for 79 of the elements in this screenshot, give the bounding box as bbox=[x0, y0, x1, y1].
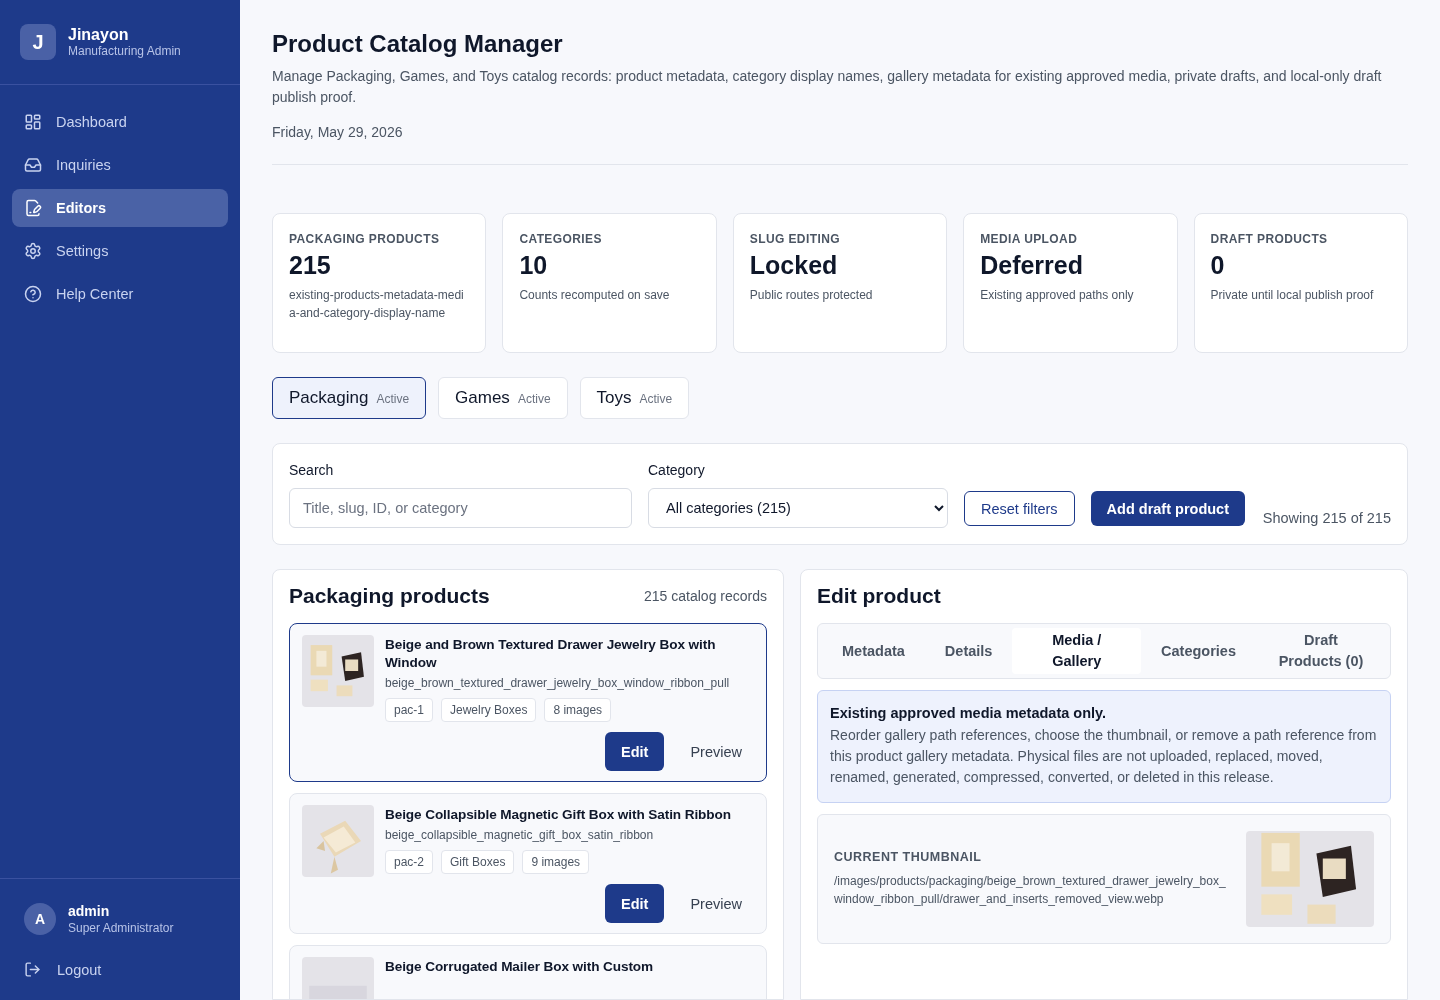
product-slug: beige_brown_textured_drawer_jewelry_box_window_ribbon_pull bbox=[385, 676, 731, 690]
stat-value: 10 bbox=[519, 251, 549, 280]
nav-item[interactable]: Dashboard bbox=[12, 103, 228, 141]
thumbnail-path: /images/products/packaging/beige_brown_textured_drawer_jewelry_box_window_ribbon_pull/drawer_and_inserts_removed_view.webp bbox=[834, 873, 1227, 908]
logout-icon bbox=[24, 961, 41, 978]
settings-icon bbox=[24, 242, 42, 260]
logout-link[interactable]: Logout bbox=[24, 961, 216, 978]
stat-note: Counts recomputed on save bbox=[519, 287, 671, 304]
result-count: Showing 215 of 215 bbox=[1262, 510, 1391, 526]
product-slug: beige_collapsible_magnetic_gift_box_satin_ribbon bbox=[385, 828, 655, 842]
preview-button[interactable]: Preview bbox=[676, 732, 756, 771]
edit-tab[interactable]: Media / Gallery bbox=[1012, 628, 1142, 674]
help-icon bbox=[24, 285, 42, 303]
record-count: 215 catalog records bbox=[644, 588, 767, 604]
stat-label: DRAFT PRODUCTS bbox=[1210, 232, 1329, 246]
product-card[interactable]: Beige and Brown Textured Drawer Jewelry Box with Window beige_brown_textured_drawer_jewelry_box_window_ribbon_pull pac-1 Jewelry Boxes 8 images Edit Preview bbox=[289, 623, 767, 782]
product-title: Beige and Brown Textured Drawer Jewelry Box with Window bbox=[385, 636, 717, 672]
notice-text: Reorder gallery path references, choose the thumbnail, or remove a path reference from this product gallery metadata. Physical files are not uploaded, replaced, moved, renamed, generated, compressed, converted, or deleted in this release. bbox=[830, 726, 1378, 787]
stat-value: 0 bbox=[1210, 251, 1226, 280]
product-tag: Gift Boxes bbox=[441, 850, 515, 874]
product-card[interactable]: Beige Corrugated Mailer Box with Custom bbox=[289, 945, 767, 999]
stat-value: Locked bbox=[749, 251, 839, 280]
stat-label: SLUG EDITING bbox=[749, 232, 841, 246]
catalog-tab[interactable]: Toys Active bbox=[579, 377, 690, 419]
stat-note: existing-products-metadata-media-and-category-display-name bbox=[289, 287, 465, 322]
edit-tab[interactable]: Details bbox=[924, 638, 1013, 664]
edit-button[interactable]: Edit bbox=[605, 884, 665, 923]
nav-item[interactable]: Editors bbox=[12, 189, 228, 227]
product-tag: Jewelry Boxes bbox=[441, 698, 537, 722]
edit-tab[interactable]: Draft Products (0) bbox=[1256, 628, 1386, 674]
dashboard-icon bbox=[24, 113, 42, 131]
nav-item[interactable]: Settings bbox=[12, 232, 228, 270]
stat-label: PACKAGING PRODUCTS bbox=[289, 232, 441, 246]
user-avatar: A bbox=[24, 903, 56, 935]
page-date: Friday, May 29, 2026 bbox=[272, 124, 1408, 165]
product-title: Beige Corrugated Mailer Box with Custom bbox=[385, 958, 654, 976]
search-field[interactable]: Title, slug, ID, or category bbox=[289, 488, 632, 528]
inbox-icon bbox=[24, 156, 42, 174]
user-name: admin bbox=[68, 903, 111, 919]
stat-value: Deferred bbox=[980, 251, 1084, 280]
product-card[interactable]: Beige Collapsible Magnetic Gift Box with Satin Ribbon beige_collapsible_magnetic_gift_box_satin_ribbon pac-2 Gift Boxes 9 images Edit Preview bbox=[289, 793, 767, 934]
nav-item[interactable]: Inquiries bbox=[12, 146, 228, 184]
edit-tab[interactable]: Categories bbox=[1141, 638, 1256, 664]
catalog-tab[interactable]: Packaging Active bbox=[272, 377, 427, 419]
category-select[interactable]: All categories (215) bbox=[648, 488, 948, 528]
catalog-tab[interactable]: Games Active bbox=[438, 377, 568, 419]
pencil-document-icon bbox=[24, 199, 42, 217]
brand-logo: J bbox=[20, 24, 56, 60]
brand-subtitle: Manufacturing Admin bbox=[68, 44, 181, 58]
nav-item[interactable]: Help Center bbox=[12, 275, 228, 313]
status-label: Active bbox=[639, 392, 673, 406]
status-label: Active bbox=[517, 392, 551, 406]
search-label: Search bbox=[289, 462, 335, 478]
product-tag: pac-1 bbox=[385, 698, 434, 722]
add-draft-button[interactable]: Add draft product bbox=[1090, 491, 1245, 526]
stat-value: 215 bbox=[289, 251, 332, 280]
product-title: Beige Collapsible Magnetic Gift Box with Satin Ribbon bbox=[385, 806, 732, 824]
product-tag: 8 images bbox=[544, 698, 612, 722]
product-tag: 9 images bbox=[522, 850, 590, 874]
page-description: Manage Packaging, Games, and Toys catalog records: product metadata, category display names, gallery metadata for existing approved media, private drafts, and local-only draft publish proof. bbox=[272, 67, 1383, 107]
reset-filters-button[interactable]: Reset filters bbox=[964, 491, 1075, 526]
stat-note: Public routes protected bbox=[749, 287, 874, 304]
stat-note: Private until local publish proof bbox=[1210, 287, 1375, 304]
notice-title: Existing approved media metadata only. bbox=[830, 705, 1108, 721]
edit-button[interactable]: Edit bbox=[605, 732, 665, 771]
product-tag: pac-2 bbox=[385, 850, 434, 874]
category-label: Category bbox=[648, 462, 706, 478]
user-role: Super Administrator bbox=[68, 921, 174, 935]
preview-button[interactable]: Preview bbox=[676, 884, 756, 923]
panel-title: Packaging products bbox=[289, 584, 490, 608]
stat-note: Existing approved paths only bbox=[980, 287, 1135, 304]
stat-label: CATEGORIES bbox=[519, 232, 603, 246]
page-title: Product Catalog Manager bbox=[272, 30, 564, 58]
status-label: Active bbox=[376, 392, 410, 406]
edit-tab[interactable]: Metadata bbox=[822, 638, 925, 664]
brand-name: Jinayon bbox=[68, 26, 130, 44]
panel-title: Edit product bbox=[817, 584, 941, 608]
stat-label: MEDIA UPLOAD bbox=[980, 232, 1079, 246]
thumbnail-label: CURRENT THUMBNAIL bbox=[834, 850, 983, 864]
